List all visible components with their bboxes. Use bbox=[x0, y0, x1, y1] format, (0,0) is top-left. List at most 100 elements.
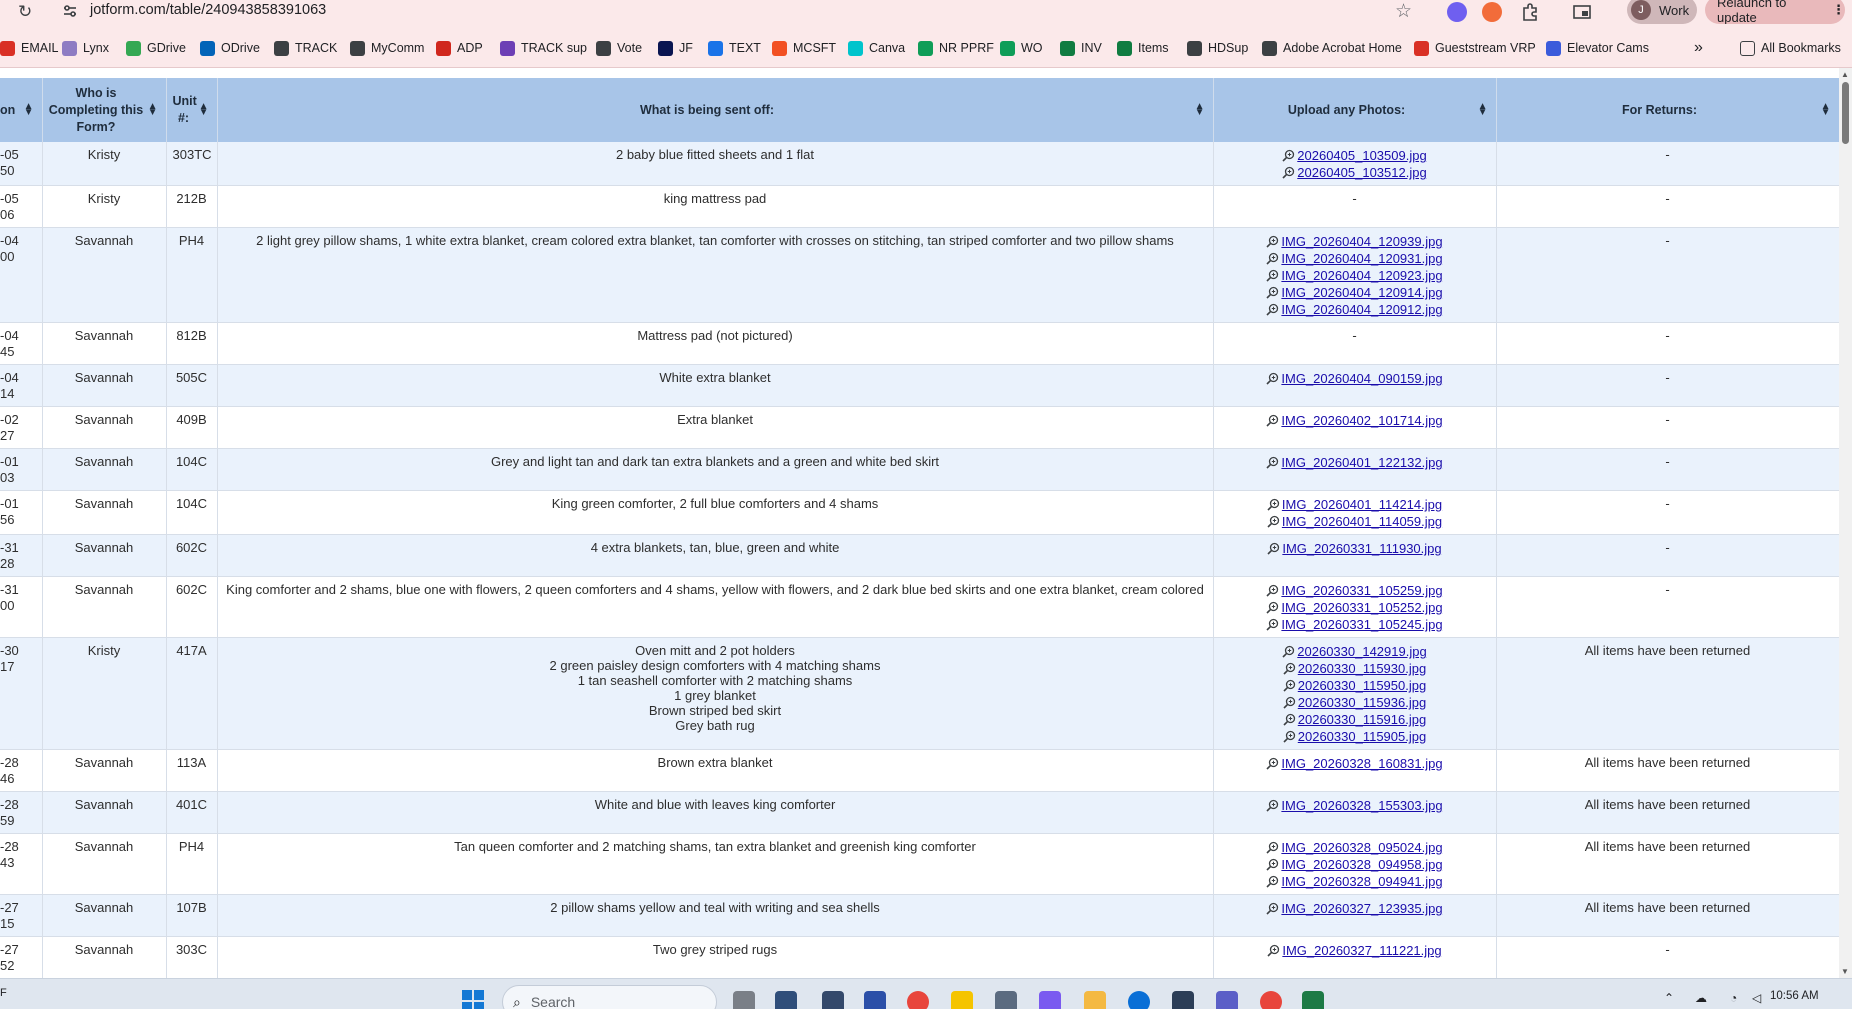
table-row[interactable]: -28 43 Savannah PH4 Tan queen comforter and … bbox=[0, 833, 1839, 895]
bookmark-adp[interactable]: ADP bbox=[436, 39, 483, 57]
table-row[interactable]: -31 28 Savannah 602C 4 extra blankets, tan, … bbox=[0, 534, 1839, 577]
column-header[interactable]: Who is Completing this Form? ▲ ▼ bbox=[42, 78, 167, 142]
bookmark-lynx[interactable]: Lynx bbox=[62, 39, 109, 57]
bookmark-mcsft[interactable]: MCSFT bbox=[772, 39, 836, 57]
zoom-preview-icon[interactable] bbox=[1266, 414, 1279, 427]
bookmark-email[interactable]: EMAIL bbox=[0, 39, 59, 57]
all-bookmarks-button[interactable]: All Bookmarks bbox=[1740, 39, 1841, 57]
calculator-icon[interactable] bbox=[995, 991, 1017, 1009]
bookmark-mycomm[interactable]: MyComm bbox=[350, 39, 424, 57]
bookmark-adobe-acrobat-home[interactable]: Adobe Acrobat Home bbox=[1262, 39, 1402, 57]
zoom-preview-icon[interactable] bbox=[1266, 757, 1279, 770]
zoom-preview-icon[interactable] bbox=[1283, 696, 1296, 709]
column-header[interactable]: Upload any Photos: ▲ ▼ bbox=[1213, 78, 1497, 142]
zoom-preview-icon[interactable] bbox=[1283, 713, 1296, 726]
photo-link[interactable]: IMG_20260327_111221.jpg bbox=[1282, 943, 1441, 958]
file-explorer-icon[interactable] bbox=[1084, 991, 1106, 1009]
zoom-preview-icon[interactable] bbox=[1266, 252, 1279, 265]
sort-arrows-icon[interactable]: ▲ ▼ bbox=[199, 102, 209, 118]
zoom-preview-icon[interactable] bbox=[1267, 515, 1280, 528]
site-settings-icon[interactable] bbox=[60, 1, 80, 21]
zoom-preview-icon[interactable] bbox=[1266, 372, 1279, 385]
bookmark-hdsup[interactable]: HDSup bbox=[1187, 39, 1248, 57]
table-row[interactable]: -27 15 Savannah 107B 2 pillow shams yellow a… bbox=[0, 894, 1839, 937]
photo-link[interactable]: IMG_20260331_105252.jpg bbox=[1281, 600, 1442, 615]
photo-link[interactable]: IMG_20260328_095024.jpg bbox=[1281, 840, 1442, 855]
bookmark-elevator-cams[interactable]: Elevator Cams bbox=[1546, 39, 1649, 57]
zoom-preview-icon[interactable] bbox=[1266, 601, 1279, 614]
bookmark-star-icon[interactable]: ☆ bbox=[1395, 0, 1412, 23]
zoom-preview-icon[interactable] bbox=[1266, 902, 1279, 915]
zoom-preview-icon[interactable] bbox=[1266, 584, 1279, 597]
url-text[interactable]: jotform.com/table/240943858391063 bbox=[90, 2, 326, 18]
zoom-preview-icon[interactable] bbox=[1266, 841, 1279, 854]
photo-link[interactable]: IMG_20260404_120939.jpg bbox=[1281, 234, 1442, 249]
app-icon[interactable] bbox=[775, 991, 797, 1009]
zoom-preview-icon[interactable] bbox=[1266, 858, 1279, 871]
table-row[interactable]: -31 00 Savannah 602C King comforter and 2 sh… bbox=[0, 576, 1839, 638]
table-row[interactable]: -28 46 Savannah 113A Brown extra blanket IMG_… bbox=[0, 749, 1839, 792]
sticky-notes-icon[interactable] bbox=[951, 991, 973, 1009]
bookmark-nr-pprf[interactable]: NR PPRF bbox=[918, 39, 994, 57]
photo-link[interactable]: IMG_20260327_123935.jpg bbox=[1281, 901, 1442, 916]
photo-link[interactable]: 20260330_115916.jpg bbox=[1298, 712, 1426, 727]
bookmark-wo[interactable]: WO bbox=[1000, 39, 1043, 57]
table-row[interactable]: -04 14 Savannah 505C White extra blanket IMG_… bbox=[0, 364, 1839, 407]
photo-link[interactable]: IMG_20260401_114214.jpg bbox=[1282, 497, 1442, 512]
photo-link[interactable]: IMG_20260404_090159.jpg bbox=[1281, 371, 1442, 386]
photo-link[interactable]: 20260330_115936.jpg bbox=[1298, 695, 1426, 710]
photo-link[interactable]: IMG_20260401_114059.jpg bbox=[1282, 514, 1442, 529]
bookmark-track[interactable]: TRACK bbox=[274, 39, 337, 57]
zoom-preview-icon[interactable] bbox=[1267, 542, 1280, 555]
excel-icon[interactable] bbox=[1302, 991, 1324, 1009]
bookmark-gueststream-vrp[interactable]: Gueststream VRP bbox=[1414, 39, 1536, 57]
photo-link[interactable]: IMG_20260404_120923.jpg bbox=[1281, 268, 1442, 283]
onedrive-tray-icon[interactable]: ☁ bbox=[1695, 991, 1707, 1005]
tab-search-icon[interactable] bbox=[1572, 2, 1592, 22]
edge-icon[interactable] bbox=[1128, 991, 1150, 1009]
table-row[interactable]: -30 17 Kristy 417A Oven mitt and 2 pot holde… bbox=[0, 637, 1839, 750]
zoom-preview-icon[interactable] bbox=[1267, 944, 1280, 957]
chrome-active-icon[interactable] bbox=[1260, 991, 1282, 1009]
zoom-preview-icon[interactable] bbox=[1266, 799, 1279, 812]
bookmark-track-sup[interactable]: TRACK sup bbox=[500, 39, 587, 57]
reload-icon[interactable]: ↻ bbox=[18, 2, 32, 22]
table-row[interactable]: -02 27 Savannah 409B Extra blanket IMG_202604… bbox=[0, 406, 1839, 449]
zoom-preview-icon[interactable] bbox=[1266, 875, 1279, 888]
scroll-down-arrow-icon[interactable]: ▼ bbox=[1841, 967, 1849, 976]
taskbar-search-box[interactable]: ⌕ Search bbox=[502, 985, 717, 1009]
photo-link[interactable]: IMG_20260328_094941.jpg bbox=[1281, 874, 1442, 889]
bookmark-items[interactable]: Items bbox=[1117, 39, 1169, 57]
photo-link[interactable]: 20260330_115905.jpg bbox=[1298, 729, 1426, 744]
photo-link[interactable]: 20260330_142919.jpg bbox=[1297, 644, 1426, 659]
taskbar-weather-text[interactable]: F bbox=[0, 987, 7, 999]
zoom-preview-icon[interactable] bbox=[1283, 662, 1296, 675]
photo-link[interactable]: 20260405_103509.jpg bbox=[1297, 148, 1426, 163]
vertical-scrollbar[interactable]: ▲ ▼ bbox=[1839, 68, 1852, 978]
sort-arrows-icon[interactable]: ▲ ▼ bbox=[1478, 102, 1488, 118]
table-row[interactable]: -05 50 Kristy 303TC 2 baby blue fitted sheet… bbox=[0, 142, 1839, 186]
sort-arrows-icon[interactable]: ▲ ▼ bbox=[24, 102, 34, 118]
teams-icon[interactable] bbox=[1216, 991, 1238, 1009]
bookmark-vote[interactable]: Vote bbox=[596, 39, 642, 57]
photo-link[interactable]: IMG_20260404_120931.jpg bbox=[1281, 251, 1442, 266]
bookmark-text[interactable]: TEXT bbox=[708, 39, 761, 57]
sort-arrows-icon[interactable]: ▲ ▼ bbox=[148, 102, 158, 118]
zoom-preview-icon[interactable] bbox=[1266, 456, 1279, 469]
photo-link[interactable]: IMG_20260331_105259.jpg bbox=[1281, 583, 1442, 598]
volume-icon[interactable]: ◁ bbox=[1752, 991, 1761, 1005]
bookmark-gdrive[interactable]: GDrive bbox=[126, 39, 186, 57]
zoom-preview-icon[interactable] bbox=[1266, 303, 1279, 316]
table-row[interactable]: -04 00 Savannah PH4 2 light grey pillow sham… bbox=[0, 227, 1839, 323]
chrome-icon[interactable] bbox=[907, 991, 929, 1009]
table-row[interactable]: -04 45 Savannah 812B Mattress pad (not pictu… bbox=[0, 322, 1839, 365]
zoom-preview-icon[interactable] bbox=[1282, 166, 1295, 179]
bookmark-inv[interactable]: INV bbox=[1060, 39, 1102, 57]
column-header[interactable]: What is being sent off: ▲ ▼ bbox=[217, 78, 1214, 142]
app-icon[interactable] bbox=[1172, 991, 1194, 1009]
photo-link[interactable]: IMG_20260328_155303.jpg bbox=[1281, 798, 1442, 813]
photo-link[interactable]: 20260330_115950.jpg bbox=[1298, 678, 1426, 693]
taskbar-clock[interactable]: 10:56 AM bbox=[1770, 989, 1819, 1003]
bookmark-canva[interactable]: Canva bbox=[848, 39, 905, 57]
photo-link[interactable]: IMG_20260328_094958.jpg bbox=[1281, 857, 1442, 872]
